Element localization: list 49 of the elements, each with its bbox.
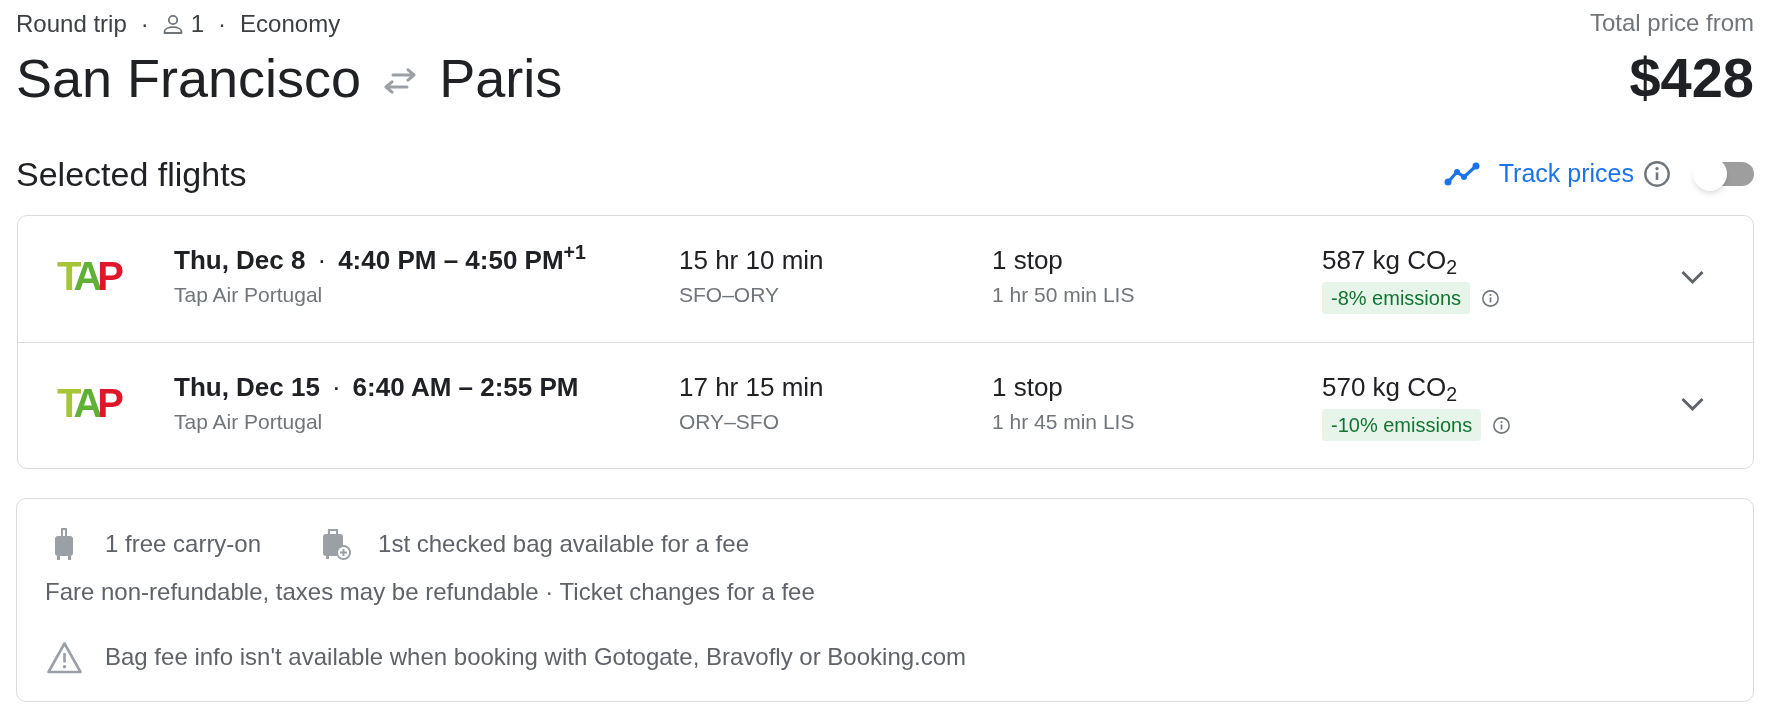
warning-text: Bag fee info isn't available when booking with Gotogate, Bravofly or Booking.com — [105, 642, 967, 672]
flight-duration: 17 hr 15 min — [679, 372, 824, 402]
suitcase-plus-icon — [322, 528, 352, 560]
departure-date: Thu, Dec 15 — [174, 372, 320, 402]
layover-info: 1 hr 50 min LIS — [992, 282, 1135, 308]
departure-date: Thu, Dec 8 — [174, 245, 306, 275]
warning-icon — [46, 640, 83, 674]
track-prices-button[interactable]: Track prices — [1443, 155, 1634, 193]
separator: · — [218, 9, 227, 39]
person-icon — [162, 14, 183, 34]
trip-type-label: Round trip — [16, 9, 127, 39]
flight-times: 4:40 PM – 4:50 PM$^{+1}$ — [338, 245, 586, 275]
price-label: Total price from — [1589, 8, 1754, 38]
stops-count: 1 stop — [992, 372, 1063, 402]
info-icon[interactable] — [1644, 161, 1670, 187]
origin-city: San Francisco — [16, 48, 362, 108]
chevron-icon[interactable] — [1680, 396, 1705, 412]
toggle-switch[interactable] — [1693, 157, 1754, 191]
separator: · — [140, 9, 149, 39]
emissions-badge: -10% emissions — [1322, 409, 1482, 441]
trend-line-icon — [1443, 162, 1480, 186]
carry-on-bag-icon — [52, 528, 76, 560]
destination-city: Paris — [439, 48, 563, 108]
layover-info: 1 hr 45 min LIS — [992, 409, 1135, 435]
separator: · — [331, 372, 341, 402]
airline-logo: TAP — [57, 258, 120, 294]
swap-arrows-icon — [383, 68, 418, 94]
emissions-badge: -8% emissions — [1322, 282, 1471, 314]
route-airports: SFO–ORY — [679, 282, 779, 308]
flight-duration: 15 hr 10 min — [679, 245, 824, 275]
stops-count: 1 stop — [992, 245, 1063, 275]
info-icon[interactable] — [1482, 289, 1500, 307]
airline-name: Tap Air Portugal — [174, 282, 323, 308]
cabin-class-label: Economy — [240, 9, 341, 39]
baggage-info: 1st checked bag available for a fee — [378, 529, 749, 559]
emissions-amount: 587 kg CO$_{2}$ — [1322, 245, 1458, 275]
section-title: Selected flights — [16, 154, 247, 194]
chevron-icon[interactable] — [1680, 269, 1705, 285]
info-icon[interactable] — [1493, 416, 1511, 434]
emissions-amount: 570 kg CO$_{2}$ — [1322, 372, 1458, 402]
airline-logo: TAP — [57, 385, 120, 421]
fare-terms: Fare non-refundable, taxes may be refundable · Ticket changes for a fee — [45, 578, 815, 605]
flight-times: 6:40 AM – 2:55 PM — [352, 372, 579, 402]
price-amount: $428 — [1629, 46, 1754, 110]
baggage-info: 1 free carry-on — [105, 529, 262, 559]
passenger-count: 1 — [190, 9, 205, 39]
separator: · — [317, 245, 327, 275]
airline-name: Tap Air Portugal — [174, 409, 323, 435]
route-airports: ORY–SFO — [679, 409, 779, 435]
